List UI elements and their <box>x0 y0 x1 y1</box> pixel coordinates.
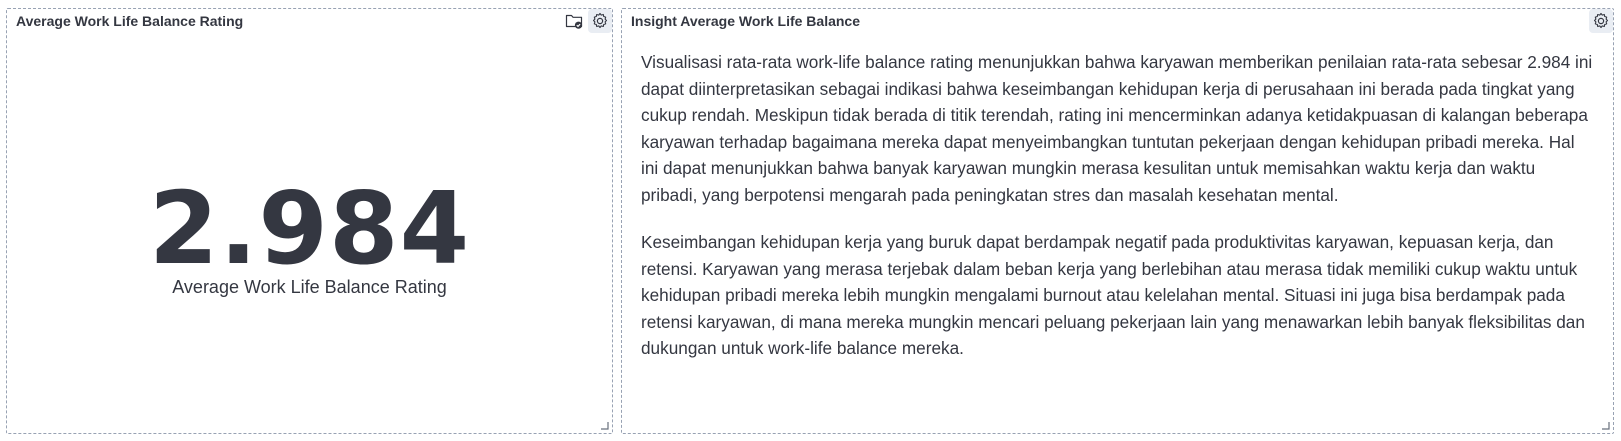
panel-actions <box>562 9 612 33</box>
resize-handle-icon[interactable] <box>600 421 609 430</box>
metric-panel: Average Work Life Balance Rating 2.984 A… <box>6 8 613 434</box>
insight-panel: Insight Average Work Life Balance Visual… <box>621 8 1614 434</box>
insight-paragraph-2: Keseimbangan kehidupan kerja yang buruk … <box>641 232 1585 358</box>
panel-actions <box>1589 9 1613 33</box>
insight-paragraph-1: Visualisasi rata-rata work-life balance … <box>641 52 1593 205</box>
metric-label: Average Work Life Balance Rating <box>172 277 447 297</box>
insight-text: Visualisasi rata-rata work-life balance … <box>641 49 1593 383</box>
gear-icon[interactable] <box>1589 9 1613 33</box>
resize-handle-icon[interactable] <box>1601 421 1610 430</box>
metric: 2.984 Average Work Life Balance Rating <box>7 179 612 298</box>
metric-value: 2.984 <box>148 170 471 287</box>
gear-icon[interactable] <box>588 9 612 33</box>
panel-title: Average Work Life Balance Rating <box>16 13 244 29</box>
folder-check-icon[interactable] <box>562 9 586 33</box>
panel-title: Insight Average Work Life Balance <box>631 13 860 29</box>
